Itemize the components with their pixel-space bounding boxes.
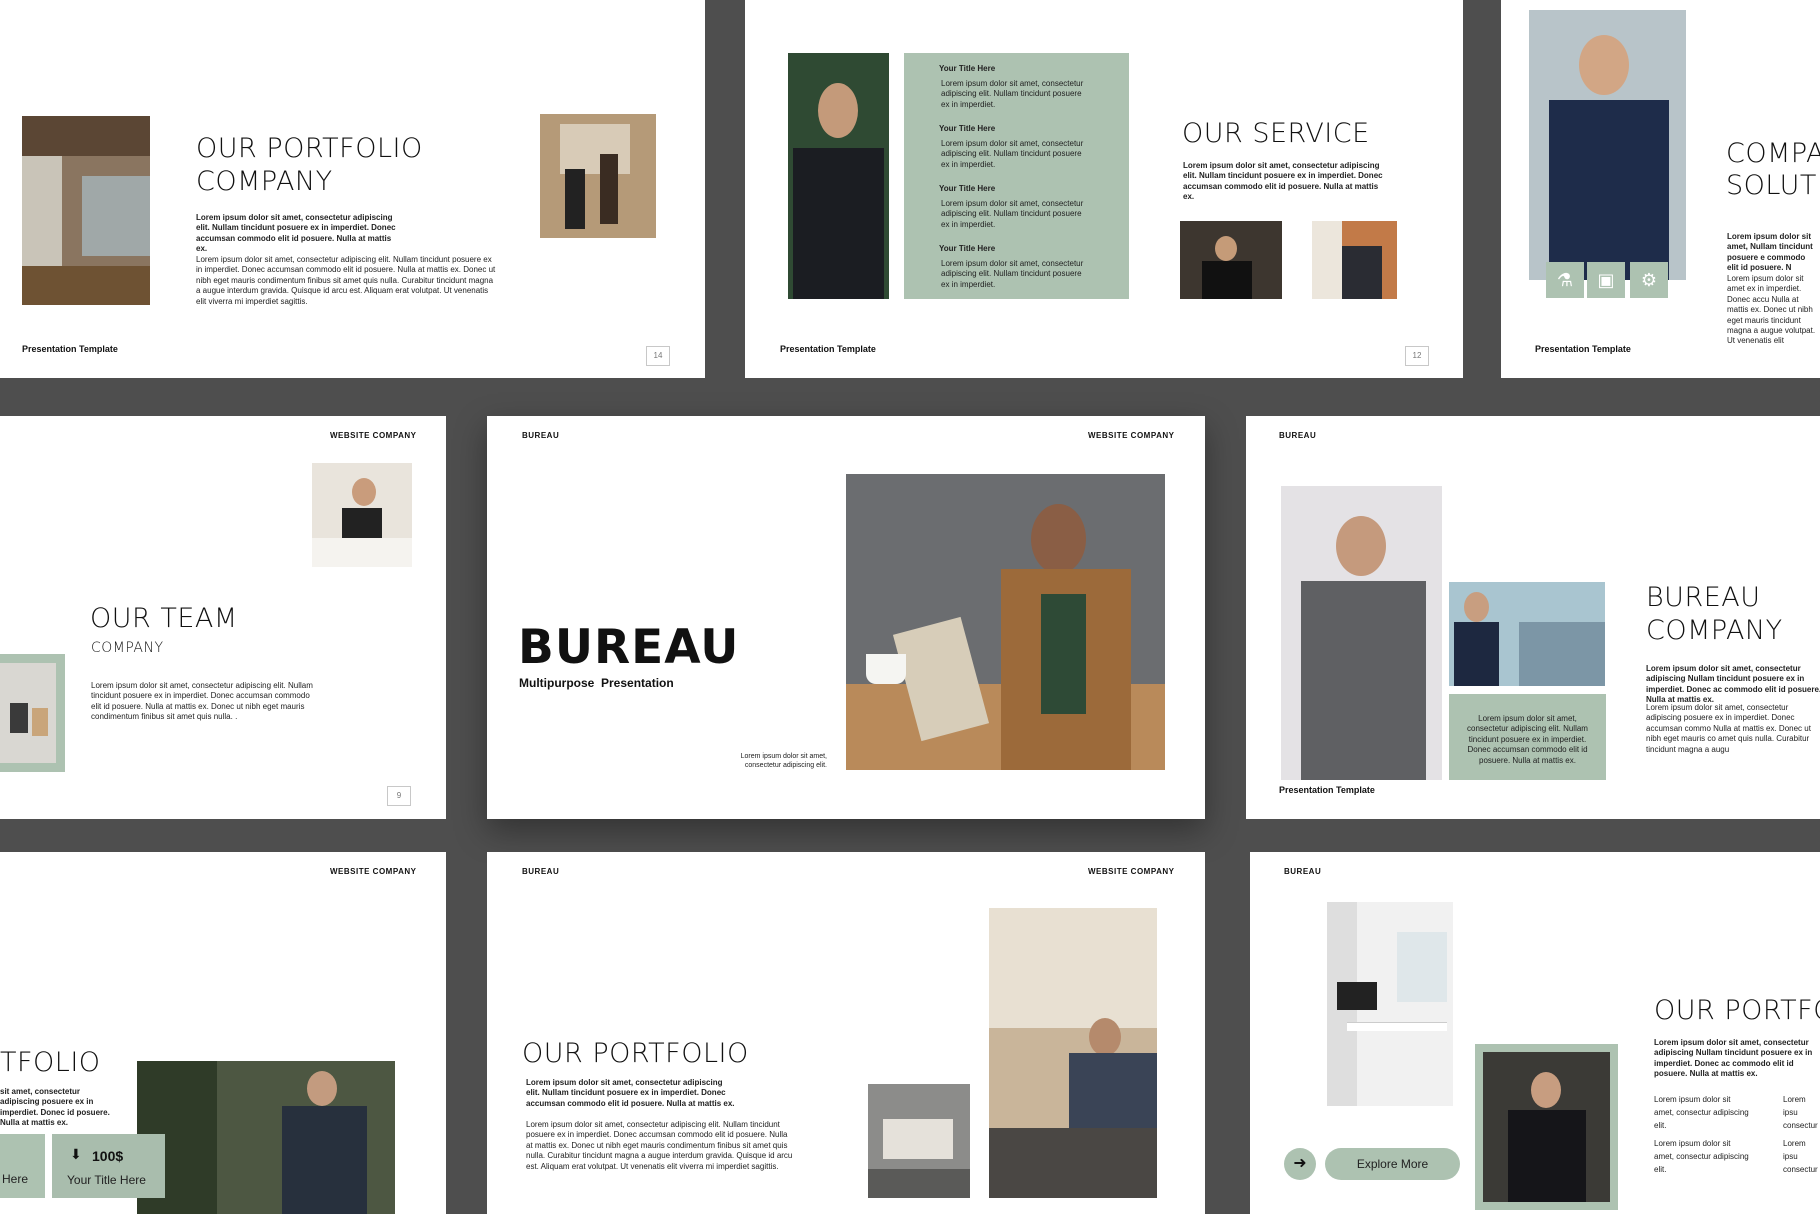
service-item-text: Lorem ipsum dolor sit amet, consectetur … bbox=[941, 259, 1084, 289]
body-paragraph: Lorem ipsum dolor sit amet, consectetur … bbox=[526, 1120, 793, 1171]
header-tag: WEBSITE COMPANY bbox=[330, 431, 417, 440]
header-tag: WEBSITE COMPANY bbox=[330, 867, 417, 876]
slide-title-line2: COMPANY bbox=[1646, 615, 1783, 646]
page-number: 9 bbox=[387, 786, 411, 806]
price-value: 100$ bbox=[92, 1148, 124, 1164]
photo-man-skyscraper bbox=[1449, 582, 1605, 686]
cover-title: BUREAU bbox=[518, 620, 740, 675]
header-tag: WEBSITE COMPANY bbox=[1088, 431, 1175, 440]
explore-more-label[interactable]: Explore More bbox=[1325, 1157, 1460, 1171]
slide-title-line2: COMPANY bbox=[196, 166, 333, 197]
image-icon: ▣ bbox=[1587, 262, 1625, 298]
photo-man-reading-newspaper bbox=[846, 474, 1165, 770]
slide-our-service: Your Title Here Lorem ipsum dolor sit am… bbox=[745, 0, 1463, 378]
page-number: 12 bbox=[1405, 346, 1429, 366]
slide-title-line1: COMPA bbox=[1726, 138, 1820, 169]
slide-company-solution: ⚗ ▣ ⚙ COMPA SOLUTIO Lorem ipsum dolor si… bbox=[1501, 0, 1820, 378]
body-paragraph: Lorem ipsum dolor sit amet ex in imperdi… bbox=[1727, 274, 1816, 346]
brand-tag: BUREAU bbox=[522, 867, 560, 876]
slide-our-portfolio: BUREAU WEBSITE COMPANY OUR PORTFOLIO Lor… bbox=[487, 852, 1205, 1214]
bold-paragraph: Lorem ipsum dolor sit amet, consectetur … bbox=[1646, 664, 1820, 705]
footer-label: Presentation Template bbox=[780, 344, 876, 354]
slide-portfolio-company: OUR PORTFOLIO COMPANY Lorem ipsum dolor … bbox=[0, 0, 705, 378]
page-number: 14 bbox=[646, 346, 670, 366]
price-card-1-label: Here bbox=[2, 1172, 29, 1186]
brand-tag: BUREAU bbox=[522, 431, 560, 440]
service-item-title: Your Title Here bbox=[939, 124, 996, 133]
slide-bureau-cover: BUREAU WEBSITE COMPANY BUREAU Multipurpo… bbox=[487, 416, 1205, 819]
slide-bureau-company: BUREAU Lorem ipsum dolor sit amet, conse… bbox=[1246, 416, 1820, 819]
bold-paragraph: Lorem ipsum dolor sit amet, consectetur … bbox=[1654, 1038, 1813, 1079]
service-item-text: Lorem ipsum dolor sit amet, consectetur … bbox=[941, 79, 1084, 109]
footer-label: Presentation Template bbox=[1535, 344, 1631, 354]
service-item-text: Lorem ipsum dolor sit amet, consectetur … bbox=[941, 139, 1084, 169]
photo-man-office bbox=[1180, 221, 1282, 299]
photo-man-in-suit bbox=[788, 53, 889, 299]
slide-title-line1: OUR PORTFOLIO bbox=[196, 133, 423, 164]
photo-workers-wall bbox=[540, 114, 656, 238]
column-1-text-b: Lorem ipsum dolor sit amet, consectur ad… bbox=[1654, 1139, 1749, 1174]
photo-man-sitting bbox=[1312, 221, 1397, 299]
column-2-text-b: Lorem ipsu consectur bbox=[1783, 1139, 1818, 1174]
photo-office-loft bbox=[22, 116, 150, 305]
photo-businessman-blue-suit bbox=[1529, 10, 1686, 280]
flask-icon: ⚗ bbox=[1546, 262, 1584, 298]
slide-our-team: WEBSITE COMPANY OUR TEAM COMPANY Lorem i… bbox=[0, 416, 446, 819]
slide-portfolio-price: WEBSITE COMPANY TFOLIO sit amet, consect… bbox=[0, 852, 446, 1214]
bold-paragraph: Lorem ipsum dolor sit amet, consectetur … bbox=[526, 1078, 735, 1108]
photo-man-on-sofa bbox=[989, 908, 1157, 1198]
body-paragraph: Lorem ipsum dolor sit amet, consectetur … bbox=[91, 681, 313, 722]
photo-man-laptop bbox=[137, 1061, 395, 1214]
price-card-2 bbox=[52, 1134, 165, 1198]
body-paragraph: Lorem ipsum dolor sit amet, consectetur … bbox=[1646, 703, 1811, 754]
bold-paragraph: sit amet, consectetur adipiscing posuere… bbox=[0, 1087, 110, 1128]
slide-title: OUR SERVICE bbox=[1182, 118, 1370, 149]
service-item-title: Your Title Here bbox=[939, 244, 996, 253]
service-item-text: Lorem ipsum dolor sit amet, consectetur … bbox=[941, 199, 1084, 229]
gear-icon: ⚙ bbox=[1630, 262, 1668, 298]
bold-paragraph: Lorem ipsum dolor sit amet, Nullam tinci… bbox=[1727, 232, 1813, 273]
arrow-right-icon[interactable]: ➜ bbox=[1284, 1148, 1316, 1180]
slide-title: OUR TEAM bbox=[90, 603, 238, 634]
cover-subtitle: Multipurpose Presentation bbox=[519, 676, 674, 690]
info-box-text: Lorem ipsum dolor sit amet, consectetur … bbox=[1467, 714, 1588, 765]
photo-office-desks bbox=[868, 1084, 970, 1198]
footer-label: Presentation Template bbox=[22, 344, 118, 354]
slide-subtitle: COMPANY bbox=[91, 640, 164, 656]
brand-tag: BUREAU bbox=[1279, 431, 1317, 440]
footer-label: Presentation Template bbox=[1279, 785, 1375, 795]
bold-paragraph: Lorem ipsum dolor sit amet, consectetur … bbox=[1183, 161, 1383, 202]
slide-title-line1: BUREAU bbox=[1646, 582, 1761, 613]
service-item-title: Your Title Here bbox=[939, 184, 996, 193]
photo-white-office bbox=[1327, 902, 1453, 1106]
price-card-2-label: Your Title Here bbox=[67, 1173, 146, 1187]
service-item-title: Your Title Here bbox=[939, 64, 996, 73]
slide-title: OUR PORTFOLIO bbox=[522, 1038, 749, 1069]
column-1-text-a: Lorem ipsum dolor sit amet, consectur ad… bbox=[1654, 1095, 1749, 1130]
download-icon: ⬇ bbox=[70, 1146, 82, 1162]
photo-woman-desk bbox=[312, 463, 412, 567]
photo-man-dark-suit bbox=[1483, 1052, 1610, 1202]
slide-our-portfolio-explore: BUREAU ➜ Explore More OUR PORTFO Lorem i… bbox=[1250, 852, 1820, 1214]
bold-paragraph: Lorem ipsum dolor sit amet, consectetur … bbox=[196, 213, 396, 254]
price-card-1 bbox=[0, 1134, 45, 1198]
small-caption: Lorem ipsum dolor sit amet, consectetur … bbox=[740, 753, 827, 770]
slide-title-line2: SOLUTIO bbox=[1726, 170, 1820, 201]
body-paragraph: Lorem ipsum dolor sit amet, consectetur … bbox=[196, 255, 496, 306]
photo-man-grey-suit bbox=[1281, 486, 1442, 780]
slide-title: OUR PORTFO bbox=[1654, 995, 1820, 1026]
brand-tag: BUREAU bbox=[1284, 867, 1322, 876]
photo-team-meeting bbox=[0, 663, 56, 763]
header-tag: WEBSITE COMPANY bbox=[1088, 867, 1175, 876]
column-2-text-a: Lorem ipsu consectur bbox=[1783, 1095, 1818, 1130]
slide-title: TFOLIO bbox=[0, 1047, 101, 1078]
